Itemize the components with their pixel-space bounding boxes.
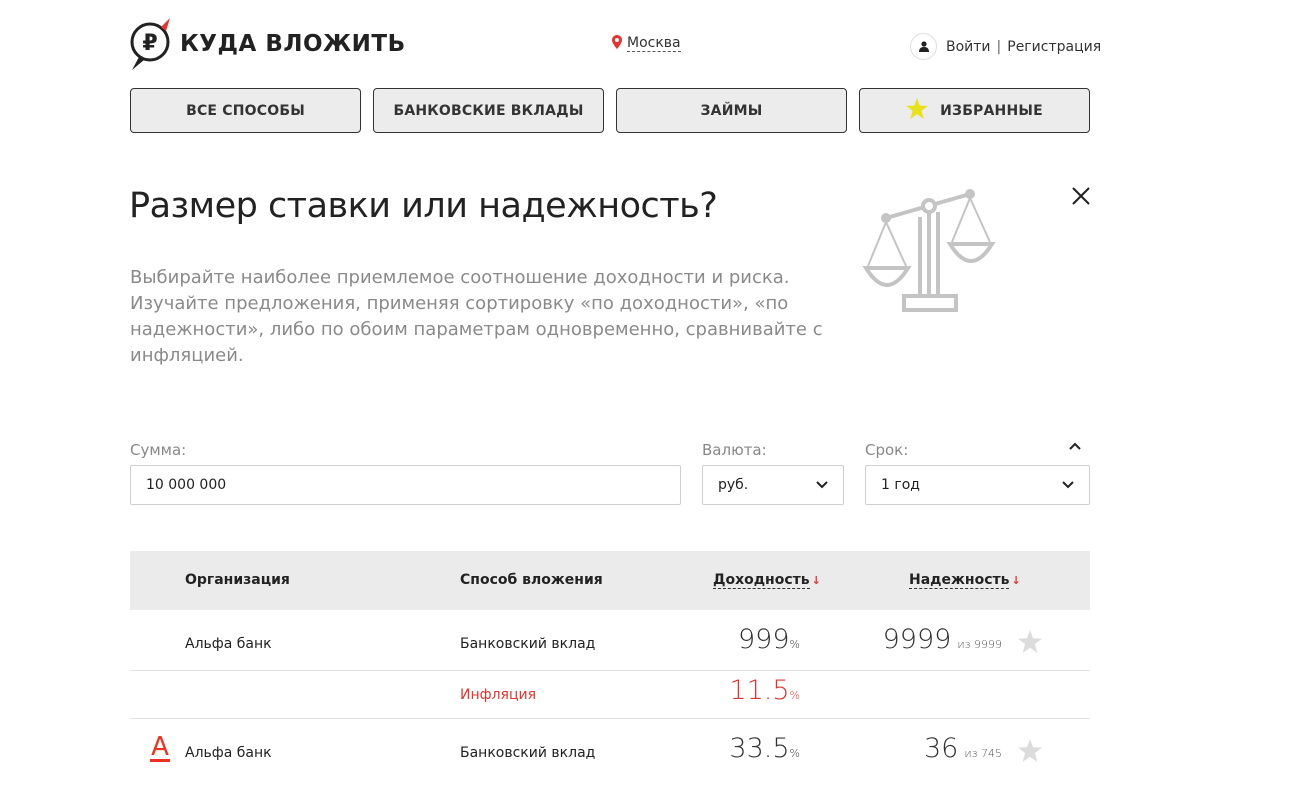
row-organization: Альфа банк (185, 745, 272, 761)
logo-ruble-icon: ₽ (130, 17, 172, 71)
reliability-value: 36 (923, 733, 959, 764)
inflation-value: 11.5% (690, 675, 800, 706)
column-reliability-label: Надежность (909, 572, 1010, 589)
location-pin-icon (612, 35, 622, 52)
city-selector[interactable]: Москва (612, 35, 681, 52)
svg-text:А: А (151, 733, 169, 762)
reliability-of: из 9999 (957, 638, 1002, 651)
term-value: 1 год (881, 477, 920, 493)
nav-favorites-button[interactable]: ИЗБРАННЫЕ (859, 88, 1090, 133)
logo[interactable]: ₽ КУДА ВЛОЖИТЬ (130, 17, 406, 71)
svg-text:₽: ₽ (142, 31, 157, 56)
city-name: Москва (627, 35, 681, 52)
logo-text: КУДА ВЛОЖИТЬ (180, 31, 406, 57)
column-method: Способ вложения (460, 572, 603, 588)
inflation-label: Инфляция (460, 687, 537, 703)
yield-value: 33.5 (729, 733, 790, 764)
nav-bank-deposits-button[interactable]: БАНКОВСКИЕ ВКЛАДЫ (373, 88, 604, 133)
star-icon (906, 98, 929, 123)
row-method: Банковский вклад (460, 745, 596, 761)
term-select[interactable]: 1 год (865, 465, 1090, 505)
term-label: Срок: (865, 441, 909, 459)
table-header: Организация Способ вложения Доходность ↓ … (130, 551, 1090, 610)
currency-value: руб. (718, 477, 749, 493)
register-link[interactable]: Регистрация (1007, 39, 1101, 55)
auth-block: Войти | Регистрация (910, 33, 1101, 60)
scales-icon (860, 182, 1000, 327)
row-method: Банковский вклад (460, 636, 596, 652)
reliability-value: 9999 (882, 624, 952, 655)
row-organization: Альфа банк (185, 636, 272, 652)
currency-label: Валюта: (702, 441, 767, 459)
yield-value: 999 (738, 624, 790, 655)
yield-unit: % (789, 638, 800, 651)
sort-by-yield[interactable]: Доходность ↓ (713, 572, 821, 589)
collapse-filters-icon[interactable] (1068, 438, 1082, 456)
login-link[interactable]: Войти (946, 39, 991, 55)
amount-label: Сумма: (130, 441, 187, 459)
row-divider (130, 718, 1090, 719)
reliability-of: из 745 (964, 747, 1002, 760)
inflation-unit: % (789, 689, 800, 702)
amount-field-wrapper (130, 465, 681, 505)
sort-arrow-icon: ↓ (811, 574, 821, 587)
favorite-star-icon[interactable] (1018, 630, 1042, 658)
sort-arrow-icon: ↓ (1011, 574, 1021, 587)
close-icon[interactable] (1070, 185, 1092, 207)
amount-input[interactable] (146, 477, 665, 493)
nav-all-methods-button[interactable]: ВСЕ СПОСОБЫ (130, 88, 361, 133)
nav-favorites-label: ИЗБРАННЫЕ (940, 102, 1043, 119)
main-nav: ВСЕ СПОСОБЫ БАНКОВСКИЕ ВКЛАДЫ ЗАЙМЫ ИЗБР… (130, 88, 1090, 133)
sort-by-reliability[interactable]: Надежность ↓ (909, 572, 1021, 589)
favorite-star-icon[interactable] (1018, 739, 1042, 767)
column-yield-label: Доходность (713, 572, 810, 589)
column-organization: Организация (185, 572, 290, 588)
auth-separator: | (996, 38, 1002, 55)
user-icon[interactable] (910, 33, 937, 60)
row-reliability: 36 из 745 (860, 733, 1002, 764)
inflation-number: 11.5 (729, 675, 790, 706)
row-yield: 33.5% (690, 733, 800, 764)
chevron-down-icon (1062, 477, 1074, 493)
yield-unit: % (789, 747, 800, 760)
alfa-bank-logo-icon: А (149, 732, 171, 770)
nav-loans-button[interactable]: ЗАЙМЫ (616, 88, 847, 133)
hint-title: Размер ставки или надежность? (129, 186, 718, 226)
chevron-down-icon (816, 477, 828, 493)
nav-all-methods-label: ВСЕ СПОСОБЫ (186, 102, 305, 119)
row-yield: 999% (690, 624, 800, 655)
hint-text: Выбирайте наиболее приемлемое соотношени… (130, 267, 823, 366)
row-divider (130, 670, 1090, 671)
nav-loans-label: ЗАЙМЫ (700, 102, 763, 119)
nav-bank-deposits-label: БАНКОВСКИЕ ВКЛАДЫ (393, 102, 584, 119)
currency-select[interactable]: руб. (702, 465, 844, 505)
row-reliability: 9999 из 9999 (860, 624, 1002, 655)
